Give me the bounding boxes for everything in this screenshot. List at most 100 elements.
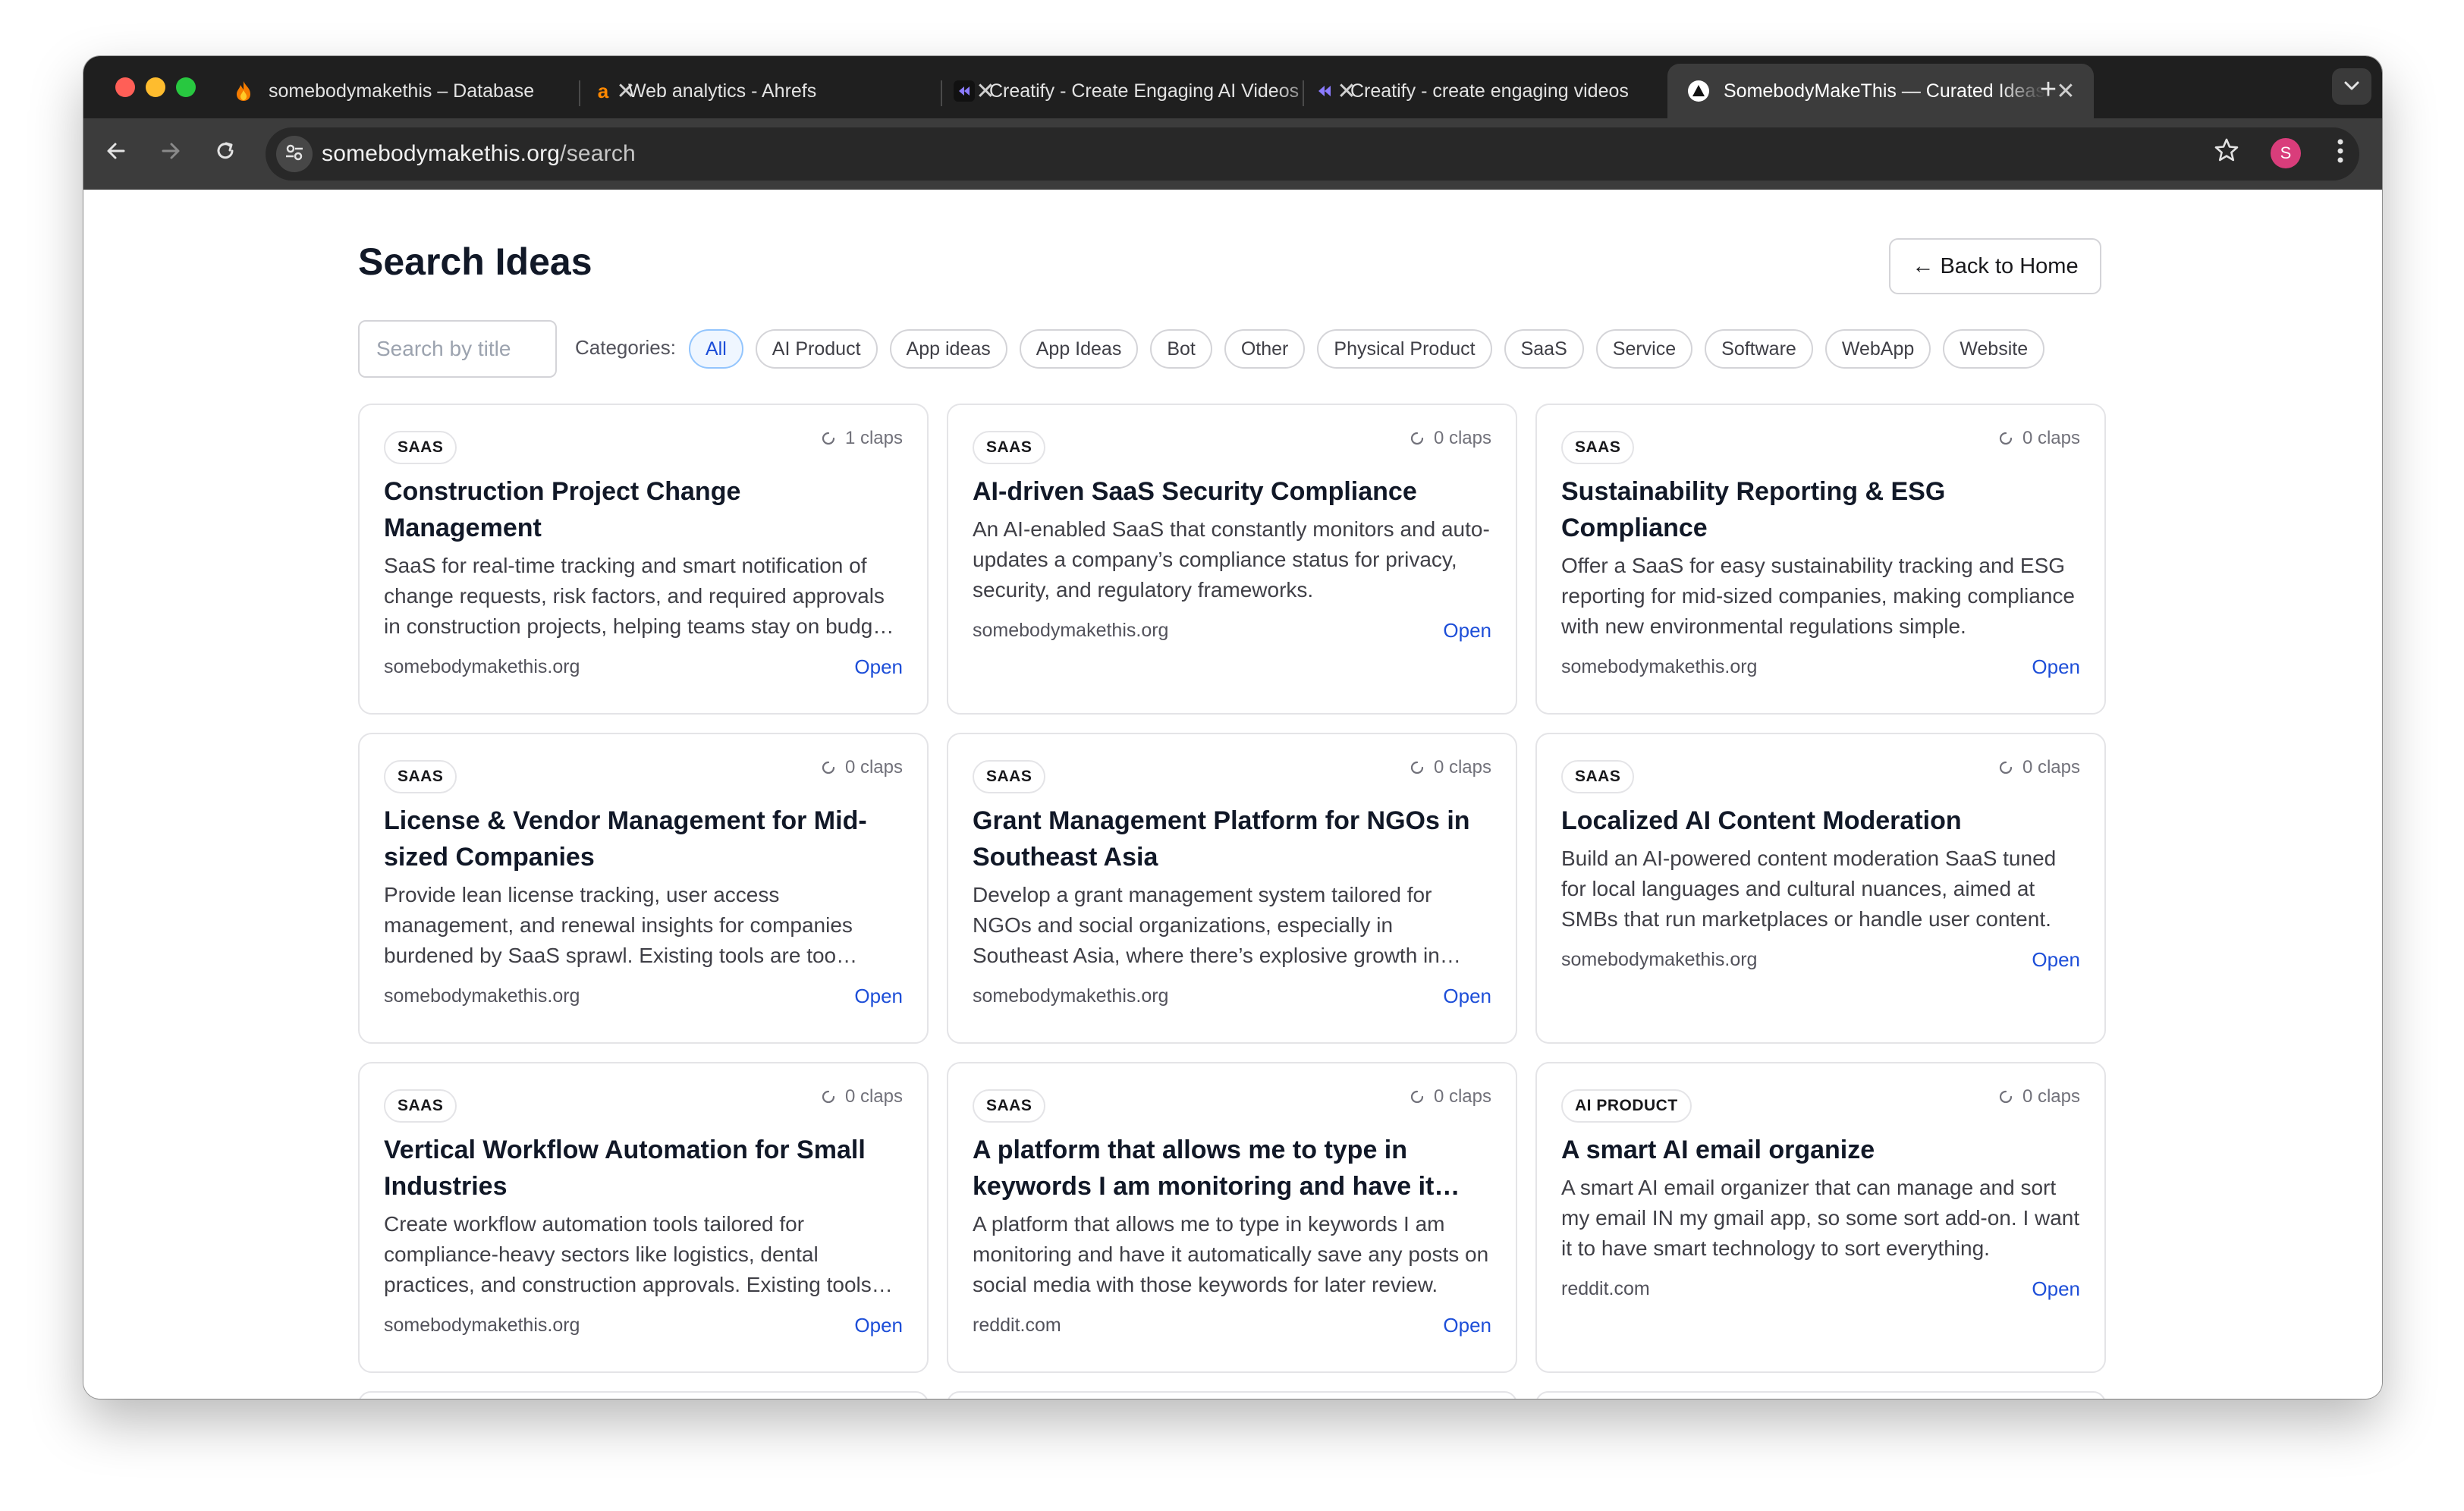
- idea-source: reddit.com: [1561, 1278, 1650, 1299]
- open-link[interactable]: Open: [854, 985, 903, 1008]
- category-chip[interactable]: Website: [1943, 329, 2045, 369]
- category-chip[interactable]: Bot: [1150, 329, 1212, 369]
- minimize-window-button[interactable]: [146, 77, 165, 97]
- clap-icon: [819, 1088, 838, 1106]
- card-footer: somebodymakethis.org Open: [973, 985, 1491, 1008]
- card-footer: somebodymakethis.org Open: [384, 985, 903, 1008]
- back-nav-button[interactable]: [97, 135, 135, 173]
- idea-title[interactable]: License & Vendor Management for Mid-size…: [384, 803, 903, 875]
- claps-label: 0 claps: [2022, 757, 2080, 777]
- idea-card[interactable]: [358, 1391, 929, 1399]
- idea-source: somebodymakethis.org: [384, 985, 580, 1007]
- flame-icon: [232, 80, 255, 102]
- idea-card[interactable]: SAAS 0 claps Localized AI Content Moderati…: [1535, 733, 2106, 1044]
- category-chip[interactable]: Software: [1705, 329, 1813, 369]
- open-link[interactable]: Open: [2032, 1277, 2080, 1301]
- category-filter-list: All AI Product App ideas App Ideas Bot Other P…: [689, 329, 2045, 369]
- idea-card[interactable]: SAAS 0 claps A platform that allows me to …: [947, 1062, 1517, 1373]
- idea-card[interactable]: SAAS 0 claps AI-driven SaaS Security Compl…: [947, 404, 1517, 715]
- clap-icon: [1408, 429, 1426, 448]
- category-chip[interactable]: SaaS: [1504, 329, 1584, 369]
- idea-source: somebodymakethis.org: [384, 656, 580, 677]
- card-footer: reddit.com Open: [973, 1314, 1491, 1337]
- tab-search-button[interactable]: [2332, 68, 2371, 105]
- idea-title[interactable]: Construction Project Change Management: [384, 473, 903, 546]
- card-header: SAAS 0 claps: [1561, 757, 2080, 803]
- idea-title[interactable]: A platform that allows me to type in key…: [973, 1132, 1491, 1205]
- idea-description: Provide lean license tracking, user acce…: [384, 883, 853, 967]
- category-badge: SAAS: [384, 1089, 457, 1123]
- category-chip[interactable]: AI Product: [755, 329, 878, 369]
- idea-title[interactable]: Sustainability Reporting & ESG Complianc…: [1561, 473, 2080, 546]
- open-link[interactable]: Open: [1443, 619, 1491, 642]
- ideas-grid: SAAS 1 claps Construction Project Change M…: [358, 404, 2106, 1399]
- zoom-window-button[interactable]: [176, 77, 196, 97]
- category-chip[interactable]: App ideas: [889, 329, 1007, 369]
- idea-title[interactable]: A smart AI email organize: [1561, 1132, 2080, 1168]
- open-link[interactable]: Open: [2032, 948, 2080, 972]
- category-badge: SAAS: [384, 431, 457, 464]
- search-input[interactable]: [358, 320, 557, 378]
- claps-count: 0 claps: [1408, 757, 1491, 778]
- address-bar[interactable]: somebodymakethis.org/search: [266, 127, 2359, 181]
- open-link[interactable]: Open: [1443, 1314, 1491, 1337]
- bookmark-button[interactable]: [2208, 135, 2246, 173]
- open-link[interactable]: Open: [854, 655, 903, 679]
- claps-count: 0 claps: [1997, 428, 2080, 449]
- category-chip[interactable]: Other: [1224, 329, 1306, 369]
- idea-description: An AI-enabled SaaS that constantly monit…: [973, 517, 1490, 602]
- tab-strip: somebodymakethis – Database ✕ a Web anal…: [83, 56, 2382, 118]
- open-link[interactable]: Open: [854, 1314, 903, 1337]
- idea-card[interactable]: SAAS 0 claps Vertical Workflow Automation …: [358, 1062, 929, 1373]
- star-icon: [2214, 137, 2239, 171]
- claps-count: 1 claps: [819, 428, 903, 449]
- card-header: SAAS 0 claps: [973, 1086, 1491, 1132]
- url-text[interactable]: somebodymakethis.org/search: [322, 141, 636, 167]
- idea-description: Build an AI-powered content moderation S…: [1561, 847, 2057, 931]
- category-chip[interactable]: All: [689, 329, 743, 369]
- reload-button[interactable]: [206, 135, 244, 173]
- idea-card[interactable]: AI PRODUCT 0 claps A smart AI email organi…: [1535, 1062, 2106, 1373]
- new-tab-button[interactable]: +: [2033, 74, 2063, 105]
- clap-icon: [1408, 1088, 1426, 1106]
- claps-label: 0 claps: [2022, 1086, 2080, 1107]
- idea-source: somebodymakethis.org: [384, 1315, 580, 1336]
- idea-card[interactable]: [947, 1391, 1517, 1399]
- category-chip[interactable]: WebApp: [1824, 329, 1931, 369]
- idea-title[interactable]: Vertical Workflow Automation for Small I…: [384, 1132, 903, 1205]
- open-link[interactable]: Open: [2032, 655, 2080, 679]
- claps-label: 0 claps: [844, 757, 903, 777]
- back-to-home-button[interactable]: ← Back to Home: [1889, 238, 2101, 294]
- more-vertical-icon: [2337, 138, 2344, 171]
- profile-avatar[interactable]: S: [2271, 138, 2301, 168]
- tune-icon: [284, 142, 305, 167]
- category-chip[interactable]: Physical Product: [1317, 329, 1492, 369]
- idea-description: Offer a SaaS for easy sustainability tra…: [1561, 554, 2075, 638]
- card-footer: reddit.com Open: [1561, 1277, 2080, 1301]
- idea-card[interactable]: SAAS 0 claps Grant Management Platform for…: [947, 733, 1517, 1044]
- open-link[interactable]: Open: [1443, 985, 1491, 1008]
- forward-nav-button[interactable]: [152, 135, 190, 173]
- creatify-icon: [953, 80, 976, 102]
- browser-tab-active[interactable]: SomebodyMakeThis — Curated Ideas ✕: [1667, 64, 2094, 118]
- close-window-button[interactable]: [115, 77, 135, 97]
- idea-title[interactable]: Grant Management Platform for NGOs in So…: [973, 803, 1491, 875]
- idea-card[interactable]: [1535, 1391, 2106, 1399]
- claps-count: 0 claps: [1408, 1086, 1491, 1107]
- claps-label: 0 claps: [844, 1086, 903, 1107]
- category-badge: SAAS: [973, 431, 1046, 464]
- ahrefs-a-icon: a: [597, 79, 609, 102]
- clap-icon: [819, 759, 838, 777]
- idea-card[interactable]: SAAS 0 claps License & Vendor Management f…: [358, 733, 929, 1044]
- category-chip[interactable]: Service: [1595, 329, 1693, 369]
- idea-card[interactable]: SAAS 0 claps Sustainability Reporting & ES…: [1535, 404, 2106, 715]
- idea-card[interactable]: SAAS 1 claps Construction Project Change M…: [358, 404, 929, 715]
- idea-title[interactable]: Localized AI Content Moderation: [1561, 803, 2080, 839]
- browser-menu-button[interactable]: [2329, 135, 2352, 173]
- claps-count: 0 claps: [819, 1086, 903, 1107]
- category-chip[interactable]: App Ideas: [1019, 329, 1139, 369]
- idea-title[interactable]: AI-driven SaaS Security Compliance: [973, 473, 1491, 510]
- clap-icon: [1997, 429, 2015, 448]
- claps-count: 0 claps: [1997, 1086, 2080, 1107]
- site-settings-button[interactable]: [276, 136, 313, 172]
